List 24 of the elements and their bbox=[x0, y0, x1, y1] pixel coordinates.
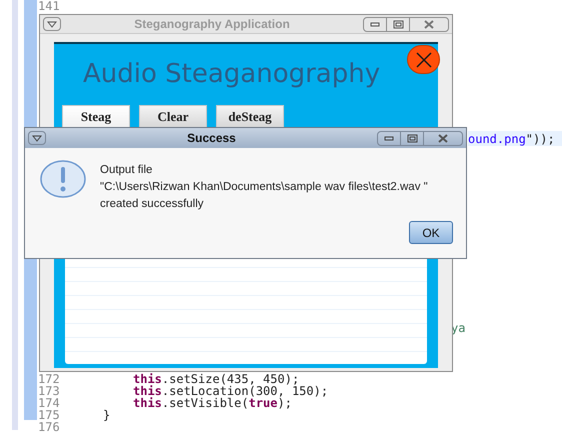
line-number: 174 bbox=[38, 397, 61, 409]
code-line: this.setLocation(300, 150); bbox=[133, 385, 328, 397]
action-button[interactable]: deSteag bbox=[216, 105, 284, 129]
menu-icon[interactable] bbox=[43, 17, 61, 31]
line-number: 175 bbox=[38, 409, 61, 421]
message-text: created successfully bbox=[100, 197, 205, 212]
line-number: 176 bbox=[38, 421, 61, 433]
ok-button[interactable]: OK bbox=[409, 221, 453, 244]
code-line: this.setVisible(true); bbox=[133, 397, 292, 409]
code-line: } bbox=[103, 409, 110, 421]
warning-icon bbox=[40, 160, 86, 198]
message-text: "C:\Users\Rizwan Khan\Documents\sample wav files\test2.wav " bbox=[100, 180, 428, 195]
code-line: this.setSize(435, 450); bbox=[133, 373, 300, 385]
action-button[interactable]: Clear bbox=[139, 105, 207, 129]
window-title: Steganography Application bbox=[133, 16, 291, 33]
action-button[interactable]: Steag bbox=[62, 105, 130, 129]
line-number: 141 bbox=[38, 0, 60, 13]
dialog-title: Success bbox=[186, 130, 237, 147]
menu-icon[interactable] bbox=[28, 131, 46, 145]
line-number: 172 bbox=[38, 373, 61, 385]
app-heading: Audio Steaganography bbox=[83, 58, 380, 90]
line-number: 173 bbox=[38, 385, 61, 397]
close-icon[interactable] bbox=[407, 45, 440, 74]
message-text: Output file bbox=[100, 163, 154, 178]
